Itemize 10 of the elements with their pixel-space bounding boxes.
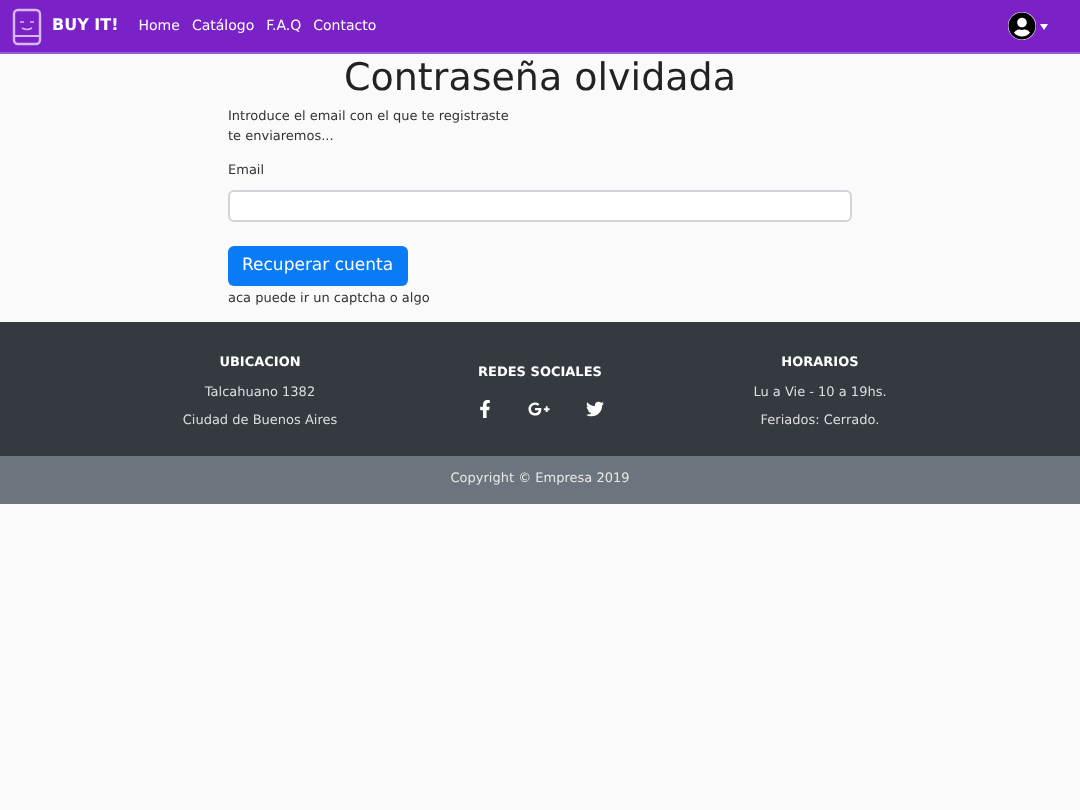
brand-name[interactable]: BUY IT! (52, 14, 119, 38)
bird-icon[interactable] (585, 399, 603, 418)
tablet-logo-icon[interactable] (12, 7, 42, 45)
letter-f-icon[interactable] (477, 399, 491, 418)
g-plus-icon[interactable] (527, 399, 549, 418)
user-avatar-icon[interactable] (1008, 12, 1036, 40)
recover-account-button[interactable]: Recuperar cuenta (228, 246, 408, 287)
email-field[interactable] (228, 189, 852, 222)
page-title: Contraseña olvidada (342, 56, 738, 100)
caret-icon[interactable] (1040, 23, 1048, 29)
